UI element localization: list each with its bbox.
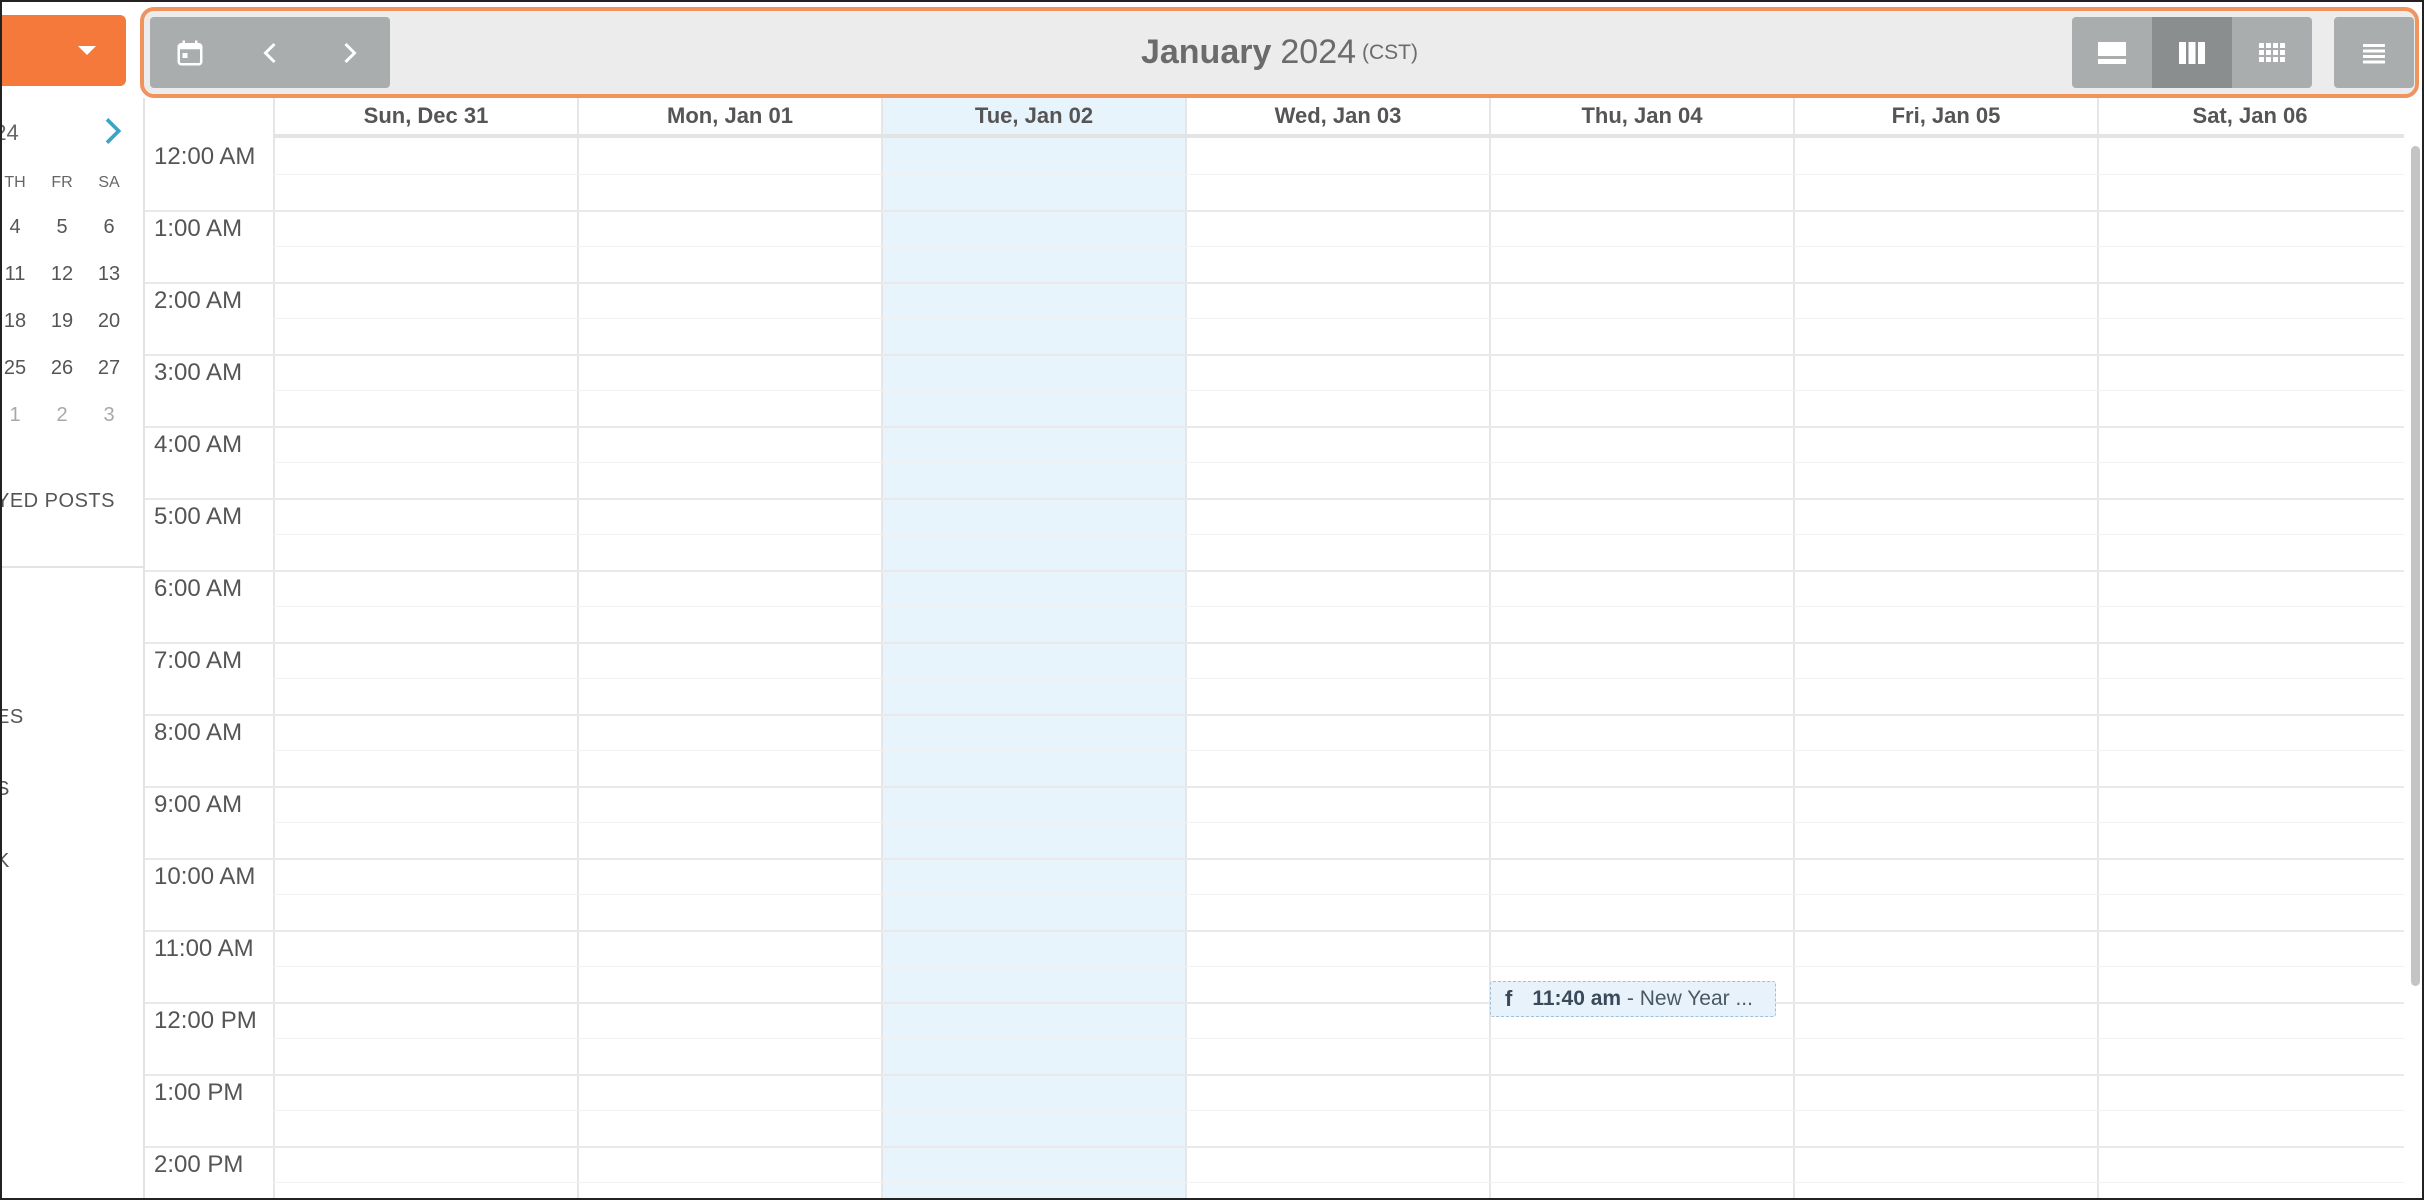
week-view-icon — [2179, 41, 2205, 64]
hour-label: 11:00 AM — [154, 935, 254, 962]
week-calendar-grid: Sun, Dec 31 Mon, Jan 01 Tue, Jan 02 Wed, Ja… — [145, 98, 2404, 1200]
day-view-icon — [2098, 41, 2126, 64]
mini-calendar-day[interactable]: 3 — [89, 404, 129, 427]
mini-calendar-weekday: SA — [98, 174, 120, 191]
mini-calendar-day[interactable]: 4 — [0, 216, 35, 239]
title-year: 2024 — [1280, 33, 1357, 71]
sidebar-section-label[interactable]: YED POSTS — [0, 490, 115, 513]
week-view-button[interactable] — [2152, 17, 2232, 88]
mini-calendar-day[interactable]: 6 — [89, 216, 129, 239]
mini-calendar-day[interactable]: 25 — [0, 357, 35, 380]
day-header[interactable]: Thu, Jan 04 — [1489, 98, 1793, 134]
event-title: - New Year ... — [1621, 987, 1753, 1010]
day-column[interactable] — [577, 138, 881, 1200]
view-switcher — [2072, 17, 2312, 88]
mini-calendar-next-button[interactable] — [102, 116, 122, 151]
hour-label: 2:00 PM — [154, 1151, 244, 1178]
hour-label: 6:00 AM — [154, 575, 243, 602]
day-header[interactable]: Fri, Jan 05 — [1793, 98, 2097, 134]
calendar-event[interactable]: f 11:40 am - New Year ... — [1490, 981, 1776, 1017]
timezone-label: (CST) — [1362, 40, 1419, 64]
day-column[interactable] — [1489, 138, 1793, 1200]
hour-label: 7:00 AM — [154, 647, 243, 674]
day-view-button[interactable] — [2072, 17, 2152, 88]
list-view-button[interactable] — [2334, 17, 2414, 88]
mini-calendar-day[interactable]: 1 — [0, 404, 35, 427]
sidebar-item[interactable]: K — [0, 850, 10, 873]
facebook-icon: f — [1505, 986, 1513, 1011]
hour-label: 1:00 PM — [154, 1079, 244, 1106]
sidebar-item[interactable]: S — [0, 778, 10, 801]
scrollbar-thumb[interactable] — [2411, 146, 2420, 986]
day-headers: Sun, Dec 31 Mon, Jan 01 Tue, Jan 02 Wed, Ja… — [273, 98, 2404, 138]
hour-label: 4:00 AM — [154, 431, 243, 458]
day-column[interactable] — [881, 138, 1185, 1200]
day-column[interactable] — [1793, 138, 2097, 1200]
month-view-button[interactable] — [2232, 17, 2312, 88]
mini-calendar-day[interactable]: 5 — [42, 216, 82, 239]
hour-label: 2:00 AM — [154, 287, 243, 314]
day-column[interactable] — [1185, 138, 1489, 1200]
day-header[interactable]: Sat, Jan 06 — [2097, 98, 2401, 134]
list-view-button-inner — [2334, 17, 2414, 88]
hour-label: 1:00 AM — [154, 215, 243, 242]
mini-calendar-title: 024 — [0, 120, 19, 145]
calendar-body: 12:00 AM 1:00 AM 2:00 AM 3:00 AM 4:00 AM 5:00… — [145, 138, 2404, 1200]
month-view-icon — [2259, 42, 2285, 62]
list-view-icon — [2363, 43, 2385, 63]
day-header[interactable]: Tue, Jan 02 — [881, 98, 1185, 134]
day-header[interactable]: Wed, Jan 03 — [1185, 98, 1489, 134]
hour-label: 5:00 AM — [154, 503, 243, 530]
mini-calendar-day[interactable]: 19 — [42, 310, 82, 333]
event-time: 11:40 am — [1532, 987, 1622, 1010]
create-post-dropdown-button[interactable] — [0, 15, 126, 86]
title-month: January — [1140, 33, 1272, 71]
hour-label: 9:00 AM — [154, 791, 243, 818]
mini-calendar-day[interactable]: 12 — [42, 263, 82, 286]
mini-calendar-weekday: FR — [51, 174, 73, 191]
chevron-right-icon — [105, 118, 122, 144]
mini-calendar-day[interactable]: 2 — [42, 404, 82, 427]
hour-label: 12:00 AM — [154, 143, 256, 170]
mini-calendar-weekday: TH — [4, 174, 26, 191]
hour-label: 3:00 AM — [154, 359, 243, 386]
day-column[interactable] — [273, 138, 577, 1200]
calendar-toolbar: January 2024 (CST) — [140, 7, 2419, 98]
mini-calendar-day[interactable]: 13 — [89, 263, 129, 286]
hour-label: 12:00 PM — [154, 1007, 257, 1034]
day-columns — [273, 138, 2404, 1200]
mini-calendar-day[interactable]: 20 — [89, 310, 129, 333]
time-axis: 12:00 AM 1:00 AM 2:00 AM 3:00 AM 4:00 AM 5:00… — [145, 138, 273, 1200]
mini-calendar-day[interactable]: 11 — [0, 263, 35, 286]
hour-label: 8:00 AM — [154, 719, 243, 746]
day-header[interactable]: Sun, Dec 31 — [273, 98, 577, 134]
mini-calendar-day[interactable]: 26 — [42, 357, 82, 380]
day-header[interactable]: Mon, Jan 01 — [577, 98, 881, 134]
caret-down-icon — [78, 46, 96, 55]
hour-label: 10:00 AM — [154, 863, 256, 890]
sidebar-item[interactable]: ES — [0, 706, 24, 729]
day-column[interactable] — [2097, 138, 2401, 1200]
mini-calendar-day[interactable]: 27 — [89, 357, 129, 380]
mini-calendar-day[interactable]: 18 — [0, 310, 35, 333]
sidebar-divider — [0, 566, 145, 568]
